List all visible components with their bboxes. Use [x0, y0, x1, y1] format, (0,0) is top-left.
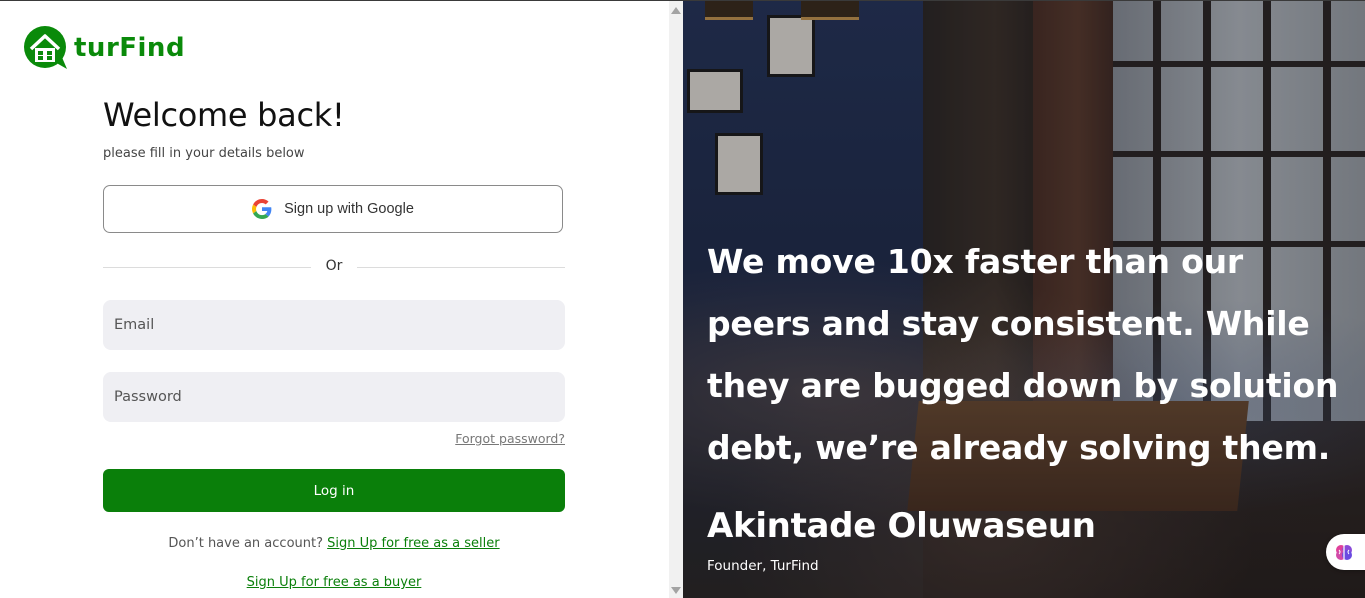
- google-button-label: Sign up with Google: [284, 201, 414, 217]
- signup-prompt: Don’t have an account? Sign Up for free …: [103, 536, 565, 551]
- email-field[interactable]: [103, 300, 565, 350]
- google-icon: [252, 199, 272, 219]
- divider-line-left: [103, 267, 311, 268]
- brand-name: turFind: [74, 33, 186, 63]
- seller-signup-link[interactable]: Sign Up for free as a seller: [327, 536, 499, 551]
- buyer-signup-row: Sign Up for free as a buyer: [103, 575, 565, 590]
- brand-logo[interactable]: turFind: [23, 25, 185, 71]
- testimonial-quote: We move 10x faster than our peers and st…: [707, 242, 1339, 467]
- divider-line-right: [357, 267, 565, 268]
- testimonial-role: Founder, TurFind: [707, 558, 819, 574]
- extension-widget[interactable]: [1326, 534, 1365, 570]
- testimonial-author: Akintade Oluwaseun: [707, 506, 1096, 546]
- divider-or: Or: [325, 258, 343, 274]
- page-title: Welcome back!: [103, 96, 345, 134]
- page-subtitle: please fill in your details below: [103, 146, 305, 161]
- scroll-up-arrow-icon[interactable]: [671, 7, 681, 14]
- no-account-text: Don’t have an account?: [168, 536, 323, 551]
- scrollbar[interactable]: [669, 1, 683, 598]
- google-signup-button[interactable]: Sign up with Google: [103, 185, 563, 233]
- login-panel: turFind Welcome back! please fill in you…: [0, 1, 669, 598]
- forgot-password-link[interactable]: Forgot password?: [455, 431, 565, 446]
- scroll-thumb[interactable]: [672, 19, 680, 579]
- testimonial-panel: We move 10x faster than our peers and st…: [683, 1, 1365, 598]
- scroll-down-arrow-icon[interactable]: [671, 587, 681, 594]
- brain-icon: [1336, 545, 1352, 560]
- login-button[interactable]: Log in: [103, 469, 565, 512]
- password-field[interactable]: [103, 372, 565, 422]
- house-pin-icon: [24, 26, 67, 69]
- buyer-signup-link[interactable]: Sign Up for free as a buyer: [247, 575, 422, 590]
